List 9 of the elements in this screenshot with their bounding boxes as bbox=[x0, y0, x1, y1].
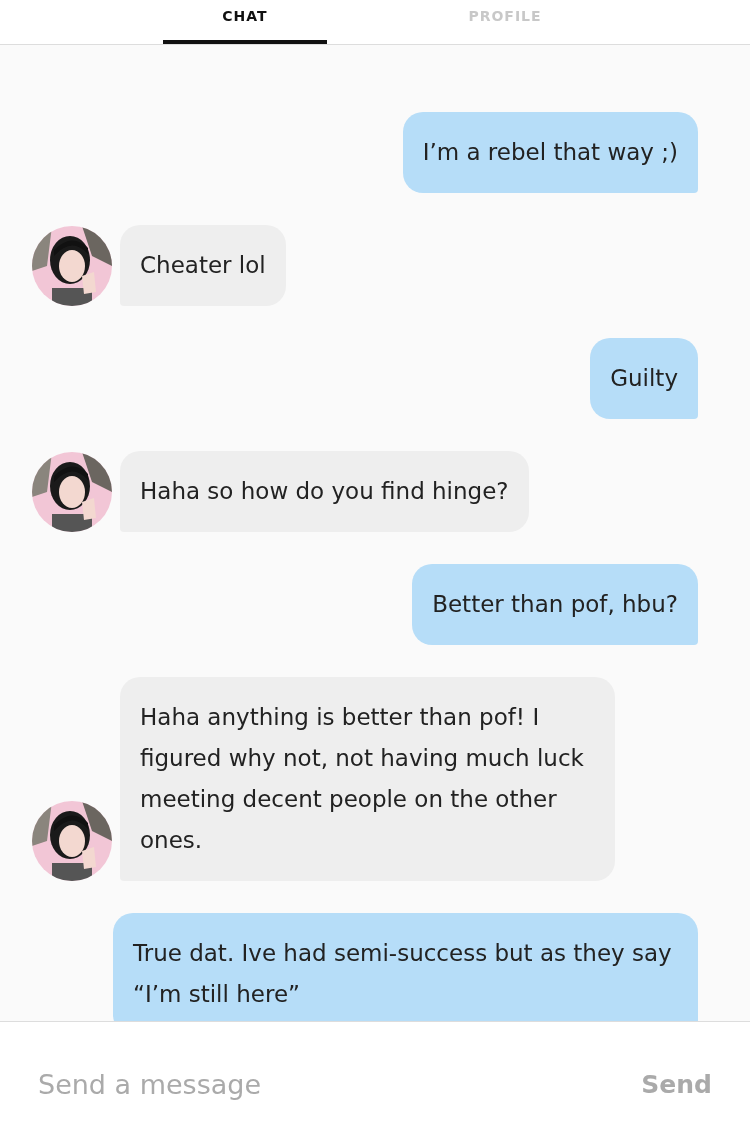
message-input[interactable]: Send a message bbox=[36, 1067, 636, 1101]
message-bubble: Guilty bbox=[590, 338, 698, 419]
message-bubble: Haha so how do you find hinge? bbox=[120, 451, 529, 532]
tab[interactable]: CHAT bbox=[163, 0, 327, 44]
message-bubble: Better than pof, hbu? bbox=[412, 564, 698, 645]
send-button[interactable]: Send bbox=[635, 1068, 718, 1100]
message-bubble: Cheater lol bbox=[120, 225, 286, 306]
message-bubble: I’m a rebel that way ;) bbox=[402, 112, 698, 193]
message-bubble: Haha anything is better than pof! I figured why not, not having much luck meeting decent people on the other ones. bbox=[120, 677, 615, 881]
